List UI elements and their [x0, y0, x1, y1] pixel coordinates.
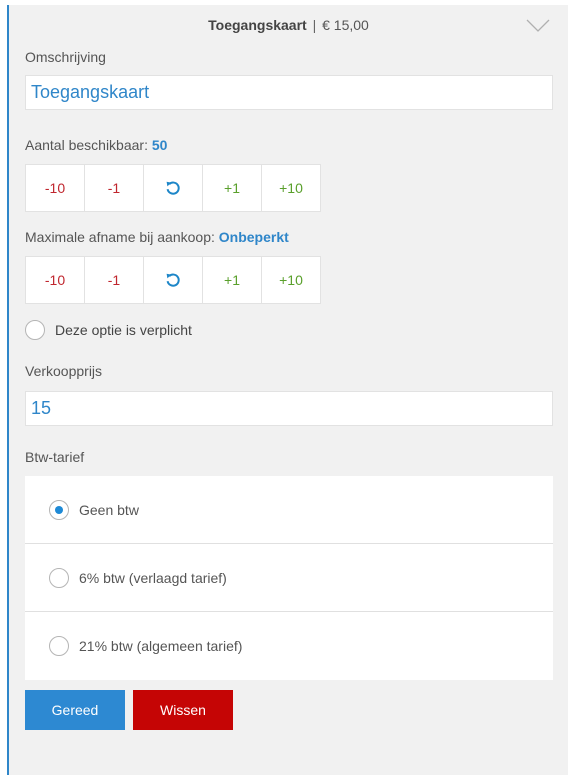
max-purchase-value: Onbeperkt	[218, 229, 289, 245]
vat-option-none[interactable]: Geen btw	[25, 476, 553, 544]
reset-icon	[166, 181, 180, 195]
available-label-text: Aantal beschikbaar:	[25, 137, 148, 153]
available-minus-10-button[interactable]: -10	[25, 164, 85, 212]
done-button[interactable]: Gereed	[25, 690, 125, 730]
available-label: Aantal beschikbaar: 50	[25, 137, 167, 153]
clear-button[interactable]: Wissen	[133, 690, 233, 730]
max-plus-1-button[interactable]: +1	[202, 256, 262, 304]
max-purchase-stepper: -10 -1 +1 +10	[25, 256, 326, 304]
vat-option-general[interactable]: 21% btw (algemeen tarief)	[25, 612, 553, 680]
available-reset-button[interactable]	[143, 164, 203, 212]
reset-icon	[166, 273, 180, 287]
vat-options: Geen btw 6% btw (verlaagd tarief) 21% bt…	[25, 476, 553, 680]
available-minus-1-button[interactable]: -1	[84, 164, 144, 212]
ticket-option-panel: Toegangskaart | € 15,00 Omschrijving Toe…	[7, 5, 568, 775]
vat-label: Btw-tarief	[25, 449, 85, 465]
max-reset-button[interactable]	[143, 256, 203, 304]
panel-title: Toegangskaart	[208, 17, 307, 33]
vat-radio-general[interactable]	[49, 636, 69, 656]
sale-price-field[interactable]: 15	[25, 391, 553, 426]
vat-option-label: 6% btw (verlaagd tarief)	[79, 569, 227, 586]
max-purchase-label-text: Maximale afname bij aankoop:	[25, 229, 215, 245]
required-option-label: Deze optie is verplicht	[55, 322, 192, 338]
vat-option-label: 21% btw (algemeen tarief)	[79, 638, 243, 654]
vat-radio-reduced[interactable]	[49, 567, 69, 588]
max-purchase-label: Maximale afname bij aankoop: Onbeperkt	[25, 229, 289, 245]
description-field[interactable]: Toegangskaart	[25, 75, 553, 110]
max-minus-1-button[interactable]: -1	[84, 256, 144, 304]
required-option-radio[interactable]	[25, 320, 45, 340]
required-option-toggle[interactable]: Deze optie is verplicht	[25, 319, 192, 341]
available-stepper: -10 -1 +1 +10	[25, 164, 326, 212]
vat-radio-none[interactable]	[49, 499, 69, 520]
panel-header[interactable]: Toegangskaart | € 15,00	[9, 5, 568, 45]
vat-option-reduced[interactable]: 6% btw (verlaagd tarief)	[25, 544, 553, 612]
max-minus-10-button[interactable]: -10	[25, 256, 85, 304]
max-plus-10-button[interactable]: +10	[261, 256, 321, 304]
panel-price: € 15,00	[322, 17, 369, 33]
vat-option-label: Geen btw	[79, 501, 139, 518]
header-separator: |	[312, 17, 317, 33]
available-plus-1-button[interactable]: +1	[202, 164, 262, 212]
description-label: Omschrijving	[25, 49, 106, 65]
available-value: 50	[151, 137, 168, 153]
available-plus-10-button[interactable]: +10	[261, 164, 321, 212]
chevron-down-icon[interactable]	[526, 19, 550, 33]
sale-price-label: Verkoopprijs	[25, 363, 103, 379]
